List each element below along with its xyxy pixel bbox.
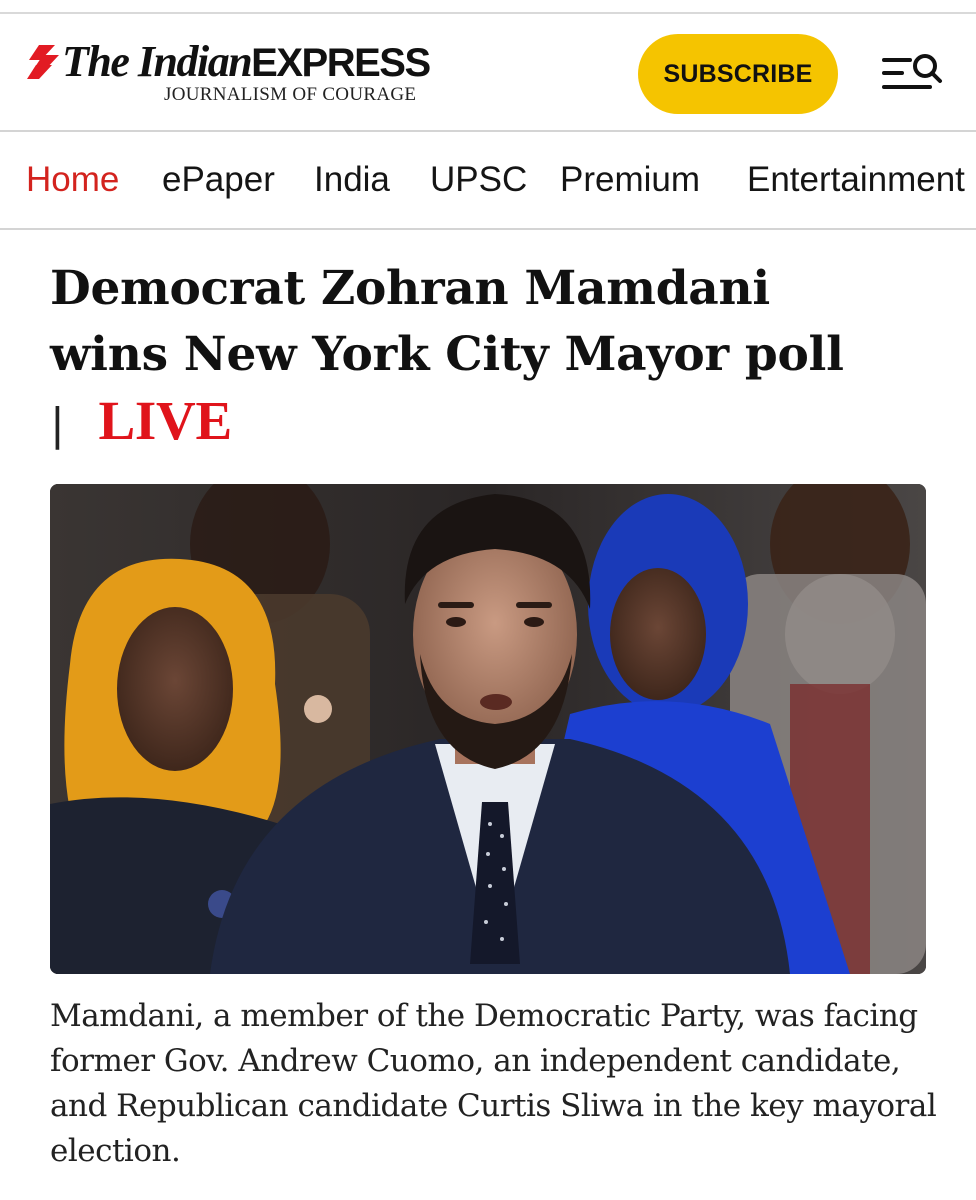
headline-line-1: Democrat Zohran Mamdani (50, 261, 770, 316)
site-logo[interactable]: The IndianEXPRESS JOURNALISM OF COURAGE (26, 40, 446, 120)
section-nav: Home ePaper India UPSC Premium Entertain… (0, 132, 976, 228)
live-badge: LIVE (98, 390, 233, 451)
headline-line-2: wins New York City Mayor poll (50, 327, 844, 382)
site-header: The IndianEXPRESS JOURNALISM OF COURAGE … (0, 14, 976, 130)
nav-item-india[interactable]: India (314, 160, 390, 200)
article-photo-image (50, 484, 926, 974)
article-photo[interactable] (50, 484, 926, 974)
photo-caption: Mamdani, a member of the Democratic Part… (50, 998, 937, 1169)
nav-item-upsc[interactable]: UPSC (430, 160, 527, 200)
nav-item-entertainment[interactable]: Entertainment (747, 160, 965, 200)
logo-tagline: JOURNALISM OF COURAGE (164, 84, 417, 105)
headline-separator: | (50, 399, 65, 450)
logo-title-part1: The Indian (62, 37, 253, 86)
logo-title-part2: EXPRESS (251, 41, 431, 85)
nav-item-premium[interactable]: Premium (560, 160, 700, 200)
menu-search-icon[interactable] (878, 48, 948, 98)
subscribe-button[interactable]: SUBSCRIBE (638, 34, 838, 114)
nav-item-epaper[interactable]: ePaper (162, 160, 275, 200)
logo-mark-icon (27, 45, 59, 79)
nav-divider (0, 228, 976, 230)
nav-item-home[interactable]: Home (26, 160, 119, 200)
article-headline[interactable]: Democrat Zohran Mamdani wins New York Ci… (50, 256, 940, 458)
